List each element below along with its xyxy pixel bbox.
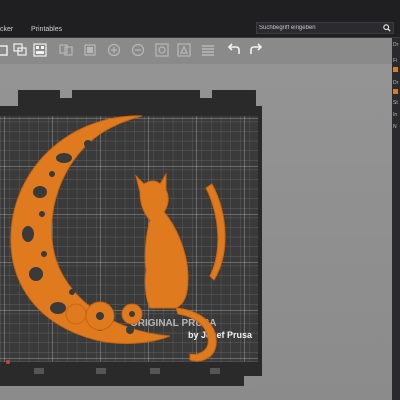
- box-icon[interactable]: [0, 42, 10, 58]
- panel-label-4: St: [393, 100, 398, 106]
- filament-color-swatch[interactable]: [393, 67, 398, 72]
- panel-label-6: N: [393, 124, 397, 130]
- tab-3d-editor[interactable]: cker: [0, 26, 13, 33]
- panel-label-2: Fi: [393, 58, 398, 64]
- copy-icon[interactable]: [12, 42, 28, 58]
- right-settings-panel: Dr Fi Dr St In N: [392, 38, 400, 400]
- tab-printables[interactable]: Printables: [31, 26, 62, 33]
- top-bar: cker Printables: [0, 0, 400, 38]
- scene-toolbar: [0, 38, 392, 64]
- layers-list-icon[interactable]: [200, 42, 216, 58]
- panel-label-1: Dr: [393, 42, 399, 48]
- layers-icon[interactable]: [82, 42, 98, 58]
- panel-label-5: In: [393, 112, 398, 118]
- search-icon[interactable]: [383, 24, 391, 32]
- undo-icon[interactable]: [226, 42, 242, 58]
- redo-icon[interactable]: [248, 42, 264, 58]
- add-instance-icon[interactable]: [154, 42, 170, 58]
- extruder-color-swatch[interactable]: [393, 89, 398, 94]
- search-input[interactable]: [259, 23, 377, 33]
- plus-icon[interactable]: [106, 42, 122, 58]
- print-bed-scene: ORIGINAL PRUSA by Josef Prusa: [0, 90, 262, 386]
- minus-icon[interactable]: [130, 42, 146, 58]
- panel-label-3: Dr: [393, 80, 399, 86]
- 3d-viewport[interactable]: ORIGINAL PRUSA by Josef Prusa: [0, 64, 392, 400]
- split-objects-icon[interactable]: [176, 42, 192, 58]
- bed-byline: by Josef Prusa: [188, 330, 253, 340]
- search-box: [256, 22, 394, 34]
- arrange-icon[interactable]: [32, 42, 48, 58]
- duplicate-icon[interactable]: [58, 42, 74, 58]
